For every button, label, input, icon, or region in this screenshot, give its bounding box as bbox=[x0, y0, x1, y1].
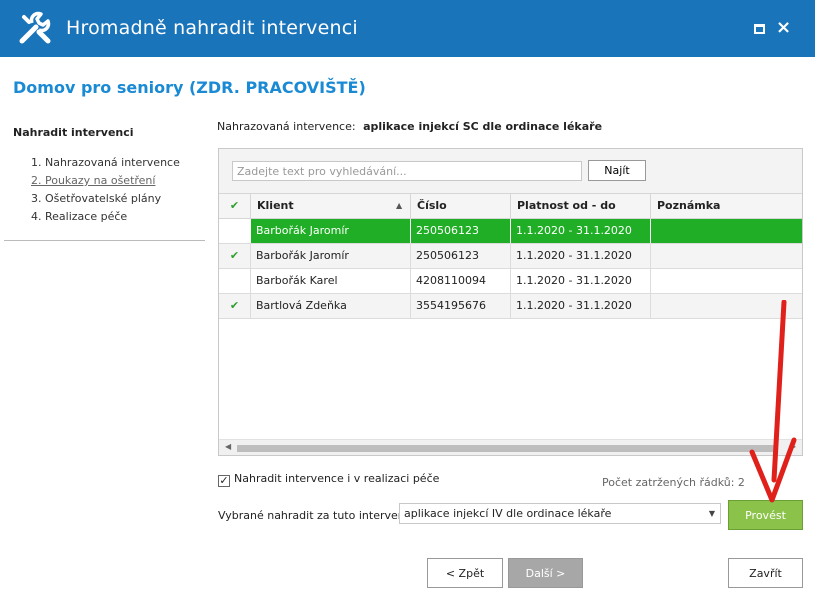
replaced-intervention: Nahrazovaná intervence: aplikace injekcí… bbox=[217, 120, 602, 133]
chevron-down-icon[interactable]: ▼ bbox=[709, 504, 715, 523]
select-label: Vybrané nahradit za tuto intervenci: bbox=[218, 509, 418, 522]
cell-poznamka bbox=[651, 269, 802, 293]
row-check-icon[interactable]: ✔ bbox=[219, 244, 251, 268]
sidebar-divider bbox=[4, 240, 205, 241]
checkbox-label: Nahradit intervence i v realizaci péče bbox=[234, 472, 440, 485]
back-button[interactable]: < Zpět bbox=[427, 558, 503, 588]
cell-klient: Barbořák Karel bbox=[251, 269, 411, 293]
cell-platnost: 1.1.2020 - 31.1.2020 bbox=[511, 219, 651, 243]
replaced-intervention-label: Nahrazovaná intervence: bbox=[217, 120, 356, 133]
scrollbar-thumb[interactable] bbox=[237, 445, 777, 452]
search-input[interactable] bbox=[232, 161, 582, 181]
scroll-left-icon[interactable]: ◀ bbox=[225, 442, 231, 451]
grid-header: ✔ Klient ▲ Číslo pojištěnce Platnost od … bbox=[219, 194, 802, 236]
step-realizace-pece[interactable]: 4. Realizace péče bbox=[31, 210, 180, 228]
horizontal-scrollbar[interactable]: ◀ ▶ bbox=[219, 439, 802, 455]
row-checkbox[interactable] bbox=[219, 269, 251, 293]
find-button[interactable]: Najít bbox=[588, 160, 646, 181]
provest-button[interactable]: Provést bbox=[728, 500, 803, 530]
table-row[interactable]: Barbořák Jaromír 250506123 1.1.2020 - 31… bbox=[219, 219, 802, 244]
table-row[interactable]: Barbořák Karel 4208110094 1.1.2020 - 31.… bbox=[219, 269, 802, 294]
cell-klient: Barbořák Jaromír bbox=[251, 219, 411, 243]
cell-klient: Barbořák Jaromír bbox=[251, 244, 411, 268]
checked-rows-count: Počet zatržených řádků: 2 bbox=[602, 476, 745, 489]
checkbox-checked-icon[interactable]: ✓ bbox=[218, 475, 230, 487]
cell-platnost: 1.1.2020 - 31.1.2020 bbox=[511, 244, 651, 268]
cell-klient: Bartlová Zdeňka bbox=[251, 294, 411, 318]
cell-platnost: 1.1.2020 - 31.1.2020 bbox=[511, 269, 651, 293]
replace-in-realizace-checkbox[interactable]: ✓ Nahradit intervence i v realizaci péče bbox=[218, 472, 439, 487]
scroll-right-icon[interactable]: ▶ bbox=[790, 442, 796, 451]
cell-platnost: 1.1.2020 - 31.1.2020 bbox=[511, 294, 651, 318]
poukazy-grid: Najít ✔ Klient ▲ Číslo pojištěnce Platno… bbox=[218, 148, 803, 456]
header-check-icon[interactable]: ✔ bbox=[219, 194, 251, 219]
replacement-intervention-select[interactable]: aplikace injekcí IV dle ordinace lékaře … bbox=[399, 503, 721, 524]
header-klient[interactable]: Klient ▲ bbox=[251, 194, 411, 219]
close-button[interactable]: Zavřít bbox=[728, 558, 803, 588]
cell-cislo: 3554195676 bbox=[411, 294, 511, 318]
wrench-icon bbox=[19, 11, 51, 44]
step-poukazy[interactable]: 2. Poukazy na ošetření bbox=[31, 174, 180, 192]
title-bar: Hromadně nahradit intervenci × bbox=[0, 0, 815, 57]
step-nahrazovana-intervence[interactable]: 1. Nahrazovaná intervence bbox=[31, 156, 180, 174]
cell-cislo: 250506123 bbox=[411, 219, 511, 243]
sidebar-title: Nahradit intervenci bbox=[13, 126, 134, 139]
row-checkbox[interactable] bbox=[219, 219, 251, 243]
next-button[interactable]: Další > bbox=[508, 558, 583, 588]
cell-poznamka bbox=[651, 244, 802, 268]
select-value: aplikace injekcí IV dle ordinace lékaře bbox=[404, 507, 612, 520]
step-osetrovatelske-plany[interactable]: 3. Ošetřovatelské plány bbox=[31, 192, 180, 210]
organization-title: Domov pro seniory (ZDR. PRACOVIŠTĚ) bbox=[13, 78, 366, 97]
replaced-intervention-value: aplikace injekcí SC dle ordinace lékaře bbox=[363, 120, 603, 133]
row-check-icon[interactable]: ✔ bbox=[219, 294, 251, 318]
window-title: Hromadně nahradit intervenci bbox=[66, 17, 358, 39]
header-poznamka[interactable]: Poznámka bbox=[651, 194, 802, 219]
table-row[interactable]: ✔ Barbořák Jaromír 250506123 1.1.2020 - … bbox=[219, 244, 802, 269]
header-cislo[interactable]: Číslo pojištěnce bbox=[411, 194, 511, 236]
cell-cislo: 250506123 bbox=[411, 244, 511, 268]
cell-poznamka bbox=[651, 294, 802, 318]
sort-asc-icon: ▲ bbox=[396, 201, 403, 210]
cell-poznamka bbox=[651, 219, 802, 243]
header-platnost[interactable]: Platnost od - do bbox=[511, 194, 651, 219]
maximize-button[interactable] bbox=[754, 24, 765, 34]
table-row[interactable]: ✔ Bartlová Zdeňka 3554195676 1.1.2020 - … bbox=[219, 294, 802, 319]
grid-search-bar: Najít bbox=[219, 149, 802, 194]
cell-cislo: 4208110094 bbox=[411, 269, 511, 293]
wizard-steps: 1. Nahrazovaná intervence 2. Poukazy na … bbox=[31, 156, 180, 228]
close-window-button[interactable]: × bbox=[776, 18, 791, 38]
